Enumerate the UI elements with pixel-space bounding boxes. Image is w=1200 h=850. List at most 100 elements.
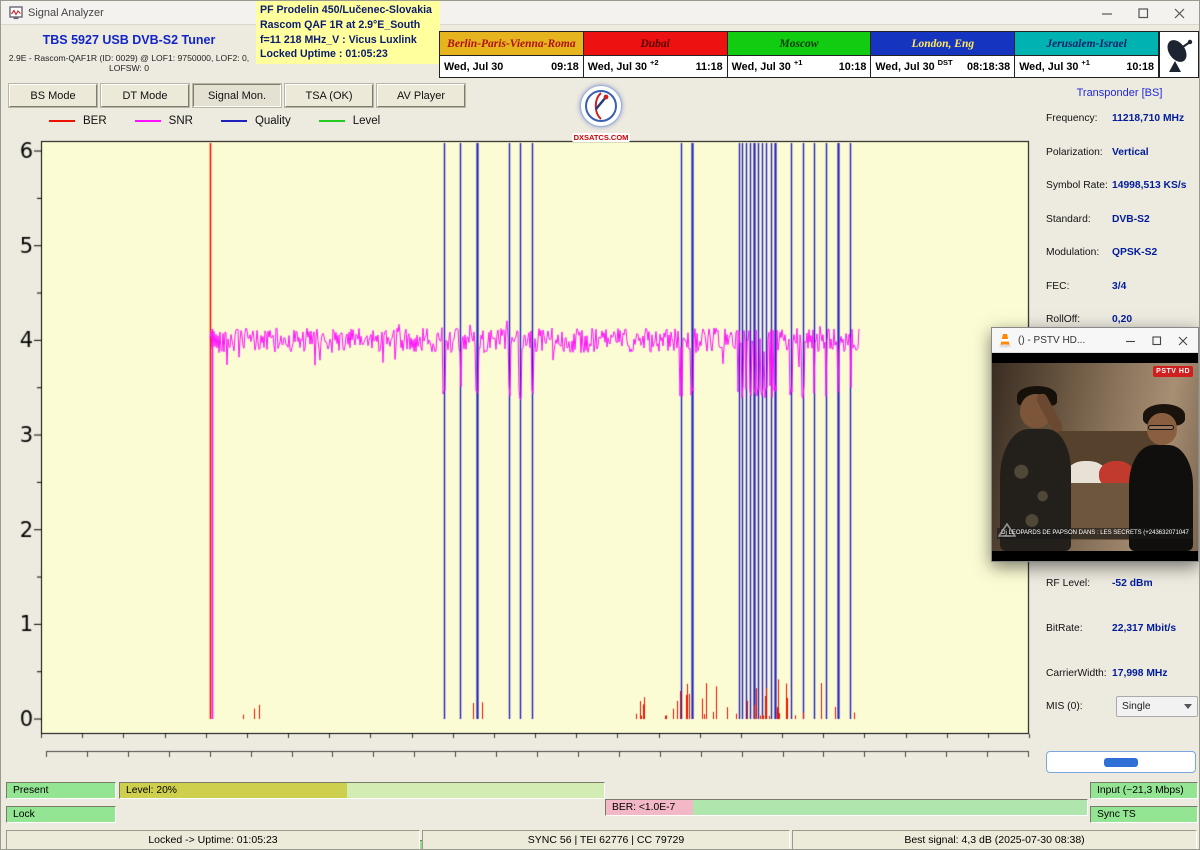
clock-city-label: Dubai <box>584 32 727 56</box>
transponder-value: 0,20 <box>1112 314 1198 325</box>
vlc-close-button[interactable] <box>1170 328 1196 353</box>
transponder-value: 14998,513 KS/s <box>1112 180 1198 191</box>
clock-date: Wed, Jul 30 <box>588 61 647 73</box>
transponder-row-rolloff: RollOff:0,20 <box>1046 314 1198 325</box>
vlc-video-area[interactable]: PSTV HD Dj LEOPARDS DE PAPSON DANS : LES… <box>992 353 1198 561</box>
maximize-button[interactable] <box>1125 1 1161 25</box>
transponder-row-carrierwidth: CarrierWidth:17,998 MHz <box>1046 668 1198 679</box>
transponder-panel-title: Transponder [BS] <box>1038 87 1200 99</box>
tuner-name: TBS 5927 USB DVB-S2 Tuner <box>5 33 253 47</box>
transponder-row-standard: Standard:DVB-S2 <box>1046 214 1198 225</box>
transponder-value: 11218,710 MHz <box>1112 113 1198 124</box>
legend-swatch-quality <box>221 120 247 122</box>
clock-date: Wed, Jul 30 <box>444 61 503 73</box>
transponder-value: DVB-S2 <box>1112 214 1198 225</box>
statusbar-best-signal: Best signal: 4,3 dB (2025-07-30 08:38) <box>792 830 1197 850</box>
clock-utc-offset: +1 <box>1081 58 1090 67</box>
tab-av-player[interactable]: AV Player <box>377 84 465 107</box>
tuner-info: 2.9E - Rascom-QAF1R (ID: 0029) @ LOF1: 9… <box>1 53 257 73</box>
status-present: Present <box>6 782 116 799</box>
transponder-label: BitRate: <box>1046 623 1112 634</box>
clock-city-label: Jerusalem-Israel <box>1015 32 1158 56</box>
transponder-value: QPSK-S2 <box>1112 247 1198 258</box>
window-title: Signal Analyzer <box>28 7 104 19</box>
statusbar-lock-uptime: Locked -> Uptime: 01:05:23 <box>6 830 420 850</box>
transponder-row-frequency: Frequency:11218,710 MHz <box>1046 113 1198 124</box>
transponder-label: FEC: <box>1046 281 1112 292</box>
bar-rest <box>347 783 604 798</box>
clock-time-value: 11:18 <box>696 61 723 73</box>
vlc-player-window[interactable]: () - PSTV HD... PSTV HD Dj LEOPA <box>991 327 1199 562</box>
clock-city-label: Berlin-Paris-Vienna-Roma <box>440 32 583 56</box>
transponder-label: Modulation: <box>1046 247 1112 258</box>
transponder-value: Vertical <box>1112 147 1198 158</box>
signal-chart <box>1 135 1041 775</box>
legend-item-snr: SNR <box>135 115 193 127</box>
statusbar-sync-counters: SYNC 56 | TEI 62776 | CC 79729 <box>422 830 790 850</box>
clock-column-jerusalem-israel: Jerusalem-IsraelWed, Jul 30+110:18 <box>1015 32 1158 77</box>
minimize-button[interactable] <box>1089 1 1125 25</box>
clock-column-moscow: MoscowWed, Jul 30+110:18 <box>728 32 872 77</box>
transponder-row-symbol-rate: Symbol Rate:14998,513 KS/s <box>1046 180 1198 191</box>
app-icon <box>9 6 23 25</box>
clock-time-row: Wed, Jul 30DST08:18:38 <box>871 56 1014 77</box>
site-line: Locked Uptime : 01:05:23 <box>260 47 436 62</box>
legend-swatch-level <box>319 120 345 122</box>
transponder-value: 22,317 Mbit/s <box>1112 623 1198 634</box>
legend-item-level: Level <box>319 115 381 127</box>
vlc-minimize-button[interactable] <box>1118 328 1144 353</box>
tab-signal-mon[interactable]: Signal Mon. <box>193 84 281 107</box>
status-bar-ber-1-0e-7: BER: <1.0E-7 <box>605 799 1088 816</box>
clock-table: Berlin-Paris-Vienna-Roma Wed, Jul 30 09:18… <box>439 31 1159 78</box>
tab-tsa-ok[interactable]: TSA (OK) <box>285 84 373 107</box>
transponder-label: Symbol Rate: <box>1046 180 1112 191</box>
signal-analyzer-window: Signal Analyzer TBS 5927 USB DVB-S2 Tune… <box>0 0 1200 850</box>
satellite-dish-icon <box>1159 31 1199 78</box>
clock-utc-offset: +1 <box>794 58 803 67</box>
status-input-21-3-mbps: Input (~21,3 Mbps) <box>1090 782 1198 799</box>
clock-time-value: 09:18 <box>551 61 579 73</box>
panel-progress-widget[interactable] <box>1046 751 1196 773</box>
tab-dt-mode[interactable]: DT Mode <box>101 84 189 107</box>
bar-label: Level: 20% <box>120 785 177 796</box>
clock-time-value: 08:18:38 <box>967 61 1010 73</box>
chevron-down-icon <box>1184 704 1192 709</box>
video-caption: Dj LEOPARDS DE PAPSON DANS : LES SECRETS… <box>997 528 1193 539</box>
legend-label: BER <box>83 115 107 127</box>
site-line: Rascom QAF 1R at 2.9°E_South <box>260 18 436 33</box>
clock-city-label: London, Eng <box>871 32 1014 56</box>
clock-column-berlin-paris-vienna-roma: Berlin-Paris-Vienna-Roma Wed, Jul 30 09:18 <box>440 32 584 77</box>
vlc-maximize-button[interactable] <box>1144 328 1170 353</box>
close-button[interactable] <box>1161 1 1197 25</box>
status-lock: Lock <box>6 806 116 823</box>
transponder-value: -52 dBm <box>1112 578 1198 589</box>
legend-label: SNR <box>169 115 193 127</box>
clock-date: Wed, Jul 30 <box>1019 61 1078 73</box>
clock-column-london-eng: London, EngWed, Jul 30DST08:18:38 <box>871 32 1015 77</box>
bar-rest <box>693 800 1087 815</box>
transponder-row-modulation: Modulation:QPSK-S2 <box>1046 247 1198 258</box>
clock-time-value: 10:18 <box>839 61 867 73</box>
channel-logo: PSTV HD <box>1153 366 1193 377</box>
transponder-row-rf-level: RF Level:-52 dBm <box>1046 578 1198 589</box>
vlc-video-frame: PSTV HD Dj LEOPARDS DE PAPSON DANS : LES… <box>992 363 1198 551</box>
video-watermark-icon <box>998 523 1016 537</box>
status-bar-level-20: Level: 20% <box>119 782 605 799</box>
transponder-label: Polarization: <box>1046 147 1112 158</box>
clock-utc-offset: DST <box>938 58 953 67</box>
mis-select[interactable]: Single <box>1116 696 1198 717</box>
site-line: PF Prodelin 450/Lučenec-Slovakia <box>260 3 436 18</box>
dxsatcs-logo-text: DXSATCS.COM <box>572 133 631 142</box>
transponder-label: Frequency: <box>1046 113 1112 124</box>
mis-row: MIS (0): Single <box>1046 696 1198 717</box>
clock-city-label: Moscow <box>728 32 871 56</box>
tab-bs-mode[interactable]: BS Mode <box>9 84 97 107</box>
panel-progress-thumb <box>1104 758 1138 767</box>
vlc-titlebar: () - PSTV HD... <box>992 328 1198 353</box>
vlc-window-title: () - PSTV HD... <box>1018 335 1085 346</box>
site-line: f=11 218 MHz_V : Vicus Luxlink <box>260 33 436 48</box>
status-sync-ts: Sync TS <box>1090 806 1198 823</box>
transponder-row-polarization: Polarization:Vertical <box>1046 147 1198 158</box>
legend-swatch-ber <box>49 120 75 122</box>
titlebar: Signal Analyzer <box>1 1 1199 25</box>
